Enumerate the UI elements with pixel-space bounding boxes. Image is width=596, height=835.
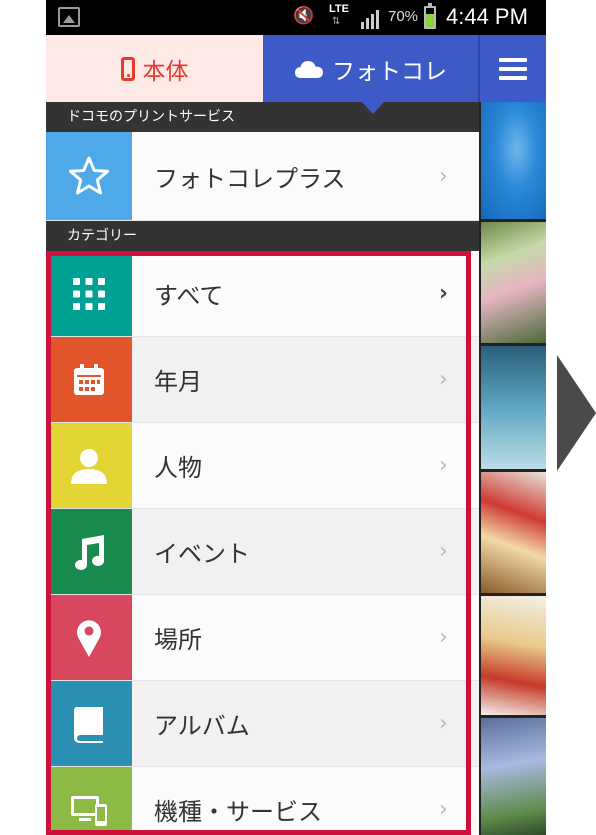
battery-percent: 70% — [388, 8, 419, 25]
active-tab-pointer — [362, 102, 384, 114]
photo-thumbnail[interactable] — [481, 718, 546, 835]
category-item-place[interactable]: 場所 › — [46, 595, 479, 681]
category-label: 場所 — [154, 626, 202, 654]
gallery-notification-icon — [58, 7, 80, 27]
menu-button[interactable] — [478, 35, 546, 102]
photo-thumbnail[interactable] — [481, 346, 546, 469]
category-item-all[interactable]: すべて › — [46, 251, 479, 337]
category-label: すべて — [154, 282, 224, 310]
category-label: 年月 — [154, 368, 202, 396]
album-book-icon — [46, 681, 132, 766]
vibrate-mute-icon: 🔇 — [293, 6, 315, 26]
photo-thumbnail-grid — [479, 102, 546, 835]
location-pin-icon — [46, 595, 132, 680]
tab-device-label: 本体 — [142, 58, 189, 85]
grid-icon — [46, 251, 132, 336]
photo-thumbnail[interactable] — [481, 596, 546, 715]
category-item-album[interactable]: アルバム › — [46, 681, 479, 767]
tab-device[interactable]: 本体 — [46, 35, 263, 102]
status-clock: 4:44 PM — [446, 4, 528, 29]
section-header-print-service: ドコモのプリントサービス — [46, 102, 479, 132]
person-icon — [46, 423, 132, 508]
category-item-event[interactable]: イベント › — [46, 509, 479, 595]
category-item-device-service[interactable]: 機種・サービス › — [46, 767, 479, 835]
hamburger-menu-icon — [499, 57, 527, 80]
chevron-right-icon: › — [439, 453, 448, 478]
chevron-right-icon: › — [439, 539, 448, 564]
category-label: イベント — [154, 540, 250, 568]
data-activity-icon: ⇅ — [332, 16, 341, 27]
network-type: LTE — [329, 3, 349, 15]
category-label: アルバム — [154, 712, 250, 740]
category-item-person[interactable]: 人物 › — [46, 423, 479, 509]
photo-thumbnail[interactable] — [481, 102, 546, 219]
category-label: 人物 — [154, 454, 202, 482]
category-item-year-month[interactable]: 年月 › — [46, 337, 479, 423]
signal-strength-icon — [361, 10, 379, 29]
next-step-arrow-icon — [557, 355, 596, 471]
calendar-icon — [46, 337, 132, 422]
source-tab-bar: 本体 フォトコレ — [46, 35, 546, 102]
photo-thumbnail[interactable] — [481, 472, 546, 593]
drawer-item-photocolle-plus[interactable]: フォトコレプラス › — [46, 132, 479, 221]
navigation-drawer: ドコモのプリントサービス フォトコレプラス › カテゴリー すべて › 年月 ›… — [46, 102, 479, 835]
chevron-right-icon: › — [439, 625, 448, 650]
devices-icon — [46, 767, 132, 835]
phone-screen: 🔇 LTE ⇅ 70% 4:44 PM 本体 フォトコレ ドコモのプリントサービ… — [46, 0, 546, 835]
drawer-item-label: フォトコレプラス — [154, 164, 346, 193]
category-label: 機種・サービス — [154, 798, 322, 826]
category-list: すべて › 年月 › 人物 › イベント › 場所 › アルバム › 機種・サー… — [46, 251, 479, 835]
star-icon — [46, 132, 132, 220]
chevron-right-icon: › — [439, 281, 449, 306]
chevron-right-icon: › — [439, 711, 448, 736]
cloud-icon — [295, 60, 323, 78]
status-bar: 🔇 LTE ⇅ 70% 4:44 PM — [46, 0, 546, 35]
tab-photocolle[interactable]: フォトコレ — [263, 35, 478, 102]
battery-icon — [424, 3, 436, 29]
chevron-right-icon: › — [439, 367, 448, 392]
tab-photocolle-label: フォトコレ — [332, 58, 447, 85]
music-note-icon — [46, 509, 132, 594]
chevron-right-icon: › — [439, 163, 448, 189]
photo-thumbnail[interactable] — [481, 222, 546, 343]
smartphone-icon — [120, 56, 135, 81]
section-header-category: カテゴリー — [46, 221, 479, 251]
chevron-right-icon: › — [439, 797, 448, 822]
